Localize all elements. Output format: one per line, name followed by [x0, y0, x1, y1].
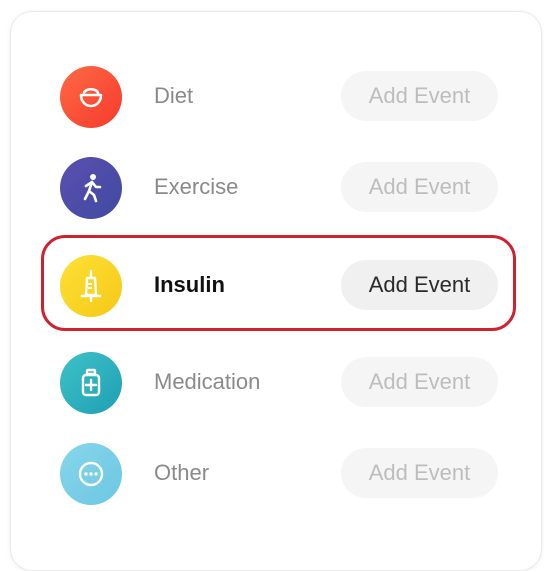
event-label-other: Other — [154, 460, 210, 485]
event-label-diet: Diet — [154, 83, 194, 108]
add-event-button-other[interactable]: Add Event — [341, 448, 498, 498]
event-row-exercise: Exercise Add Event — [60, 157, 500, 219]
add-event-button-medication[interactable]: Add Event — [341, 357, 498, 407]
diet-icon-circle — [60, 66, 122, 128]
insulin-icon-circle — [60, 255, 122, 317]
event-row-medication: Medication Add Event — [60, 352, 500, 414]
add-event-button-exercise[interactable]: Add Event — [341, 162, 498, 212]
event-label-insulin: Insulin — [154, 272, 225, 297]
add-event-button-diet[interactable]: Add Event — [341, 71, 498, 121]
insulin-syringe-icon — [80, 269, 102, 303]
event-label-exercise: Exercise — [154, 174, 239, 199]
medicine-bottle-icon — [81, 368, 101, 397]
exercise-icon-circle — [60, 157, 122, 219]
add-event-button-insulin[interactable]: Add Event — [341, 260, 498, 310]
other-icon-circle — [60, 443, 122, 505]
running-person-icon — [83, 174, 102, 203]
event-row-diet: Diet Add Event — [60, 66, 500, 128]
more-dots-icon — [78, 461, 104, 487]
medication-icon-circle — [60, 352, 122, 414]
event-row-other: Other Add Event — [60, 443, 500, 505]
event-row-insulin: Insulin Add Event — [60, 255, 500, 317]
bowl-icon — [79, 87, 103, 108]
event-label-medication: Medication — [154, 369, 261, 394]
